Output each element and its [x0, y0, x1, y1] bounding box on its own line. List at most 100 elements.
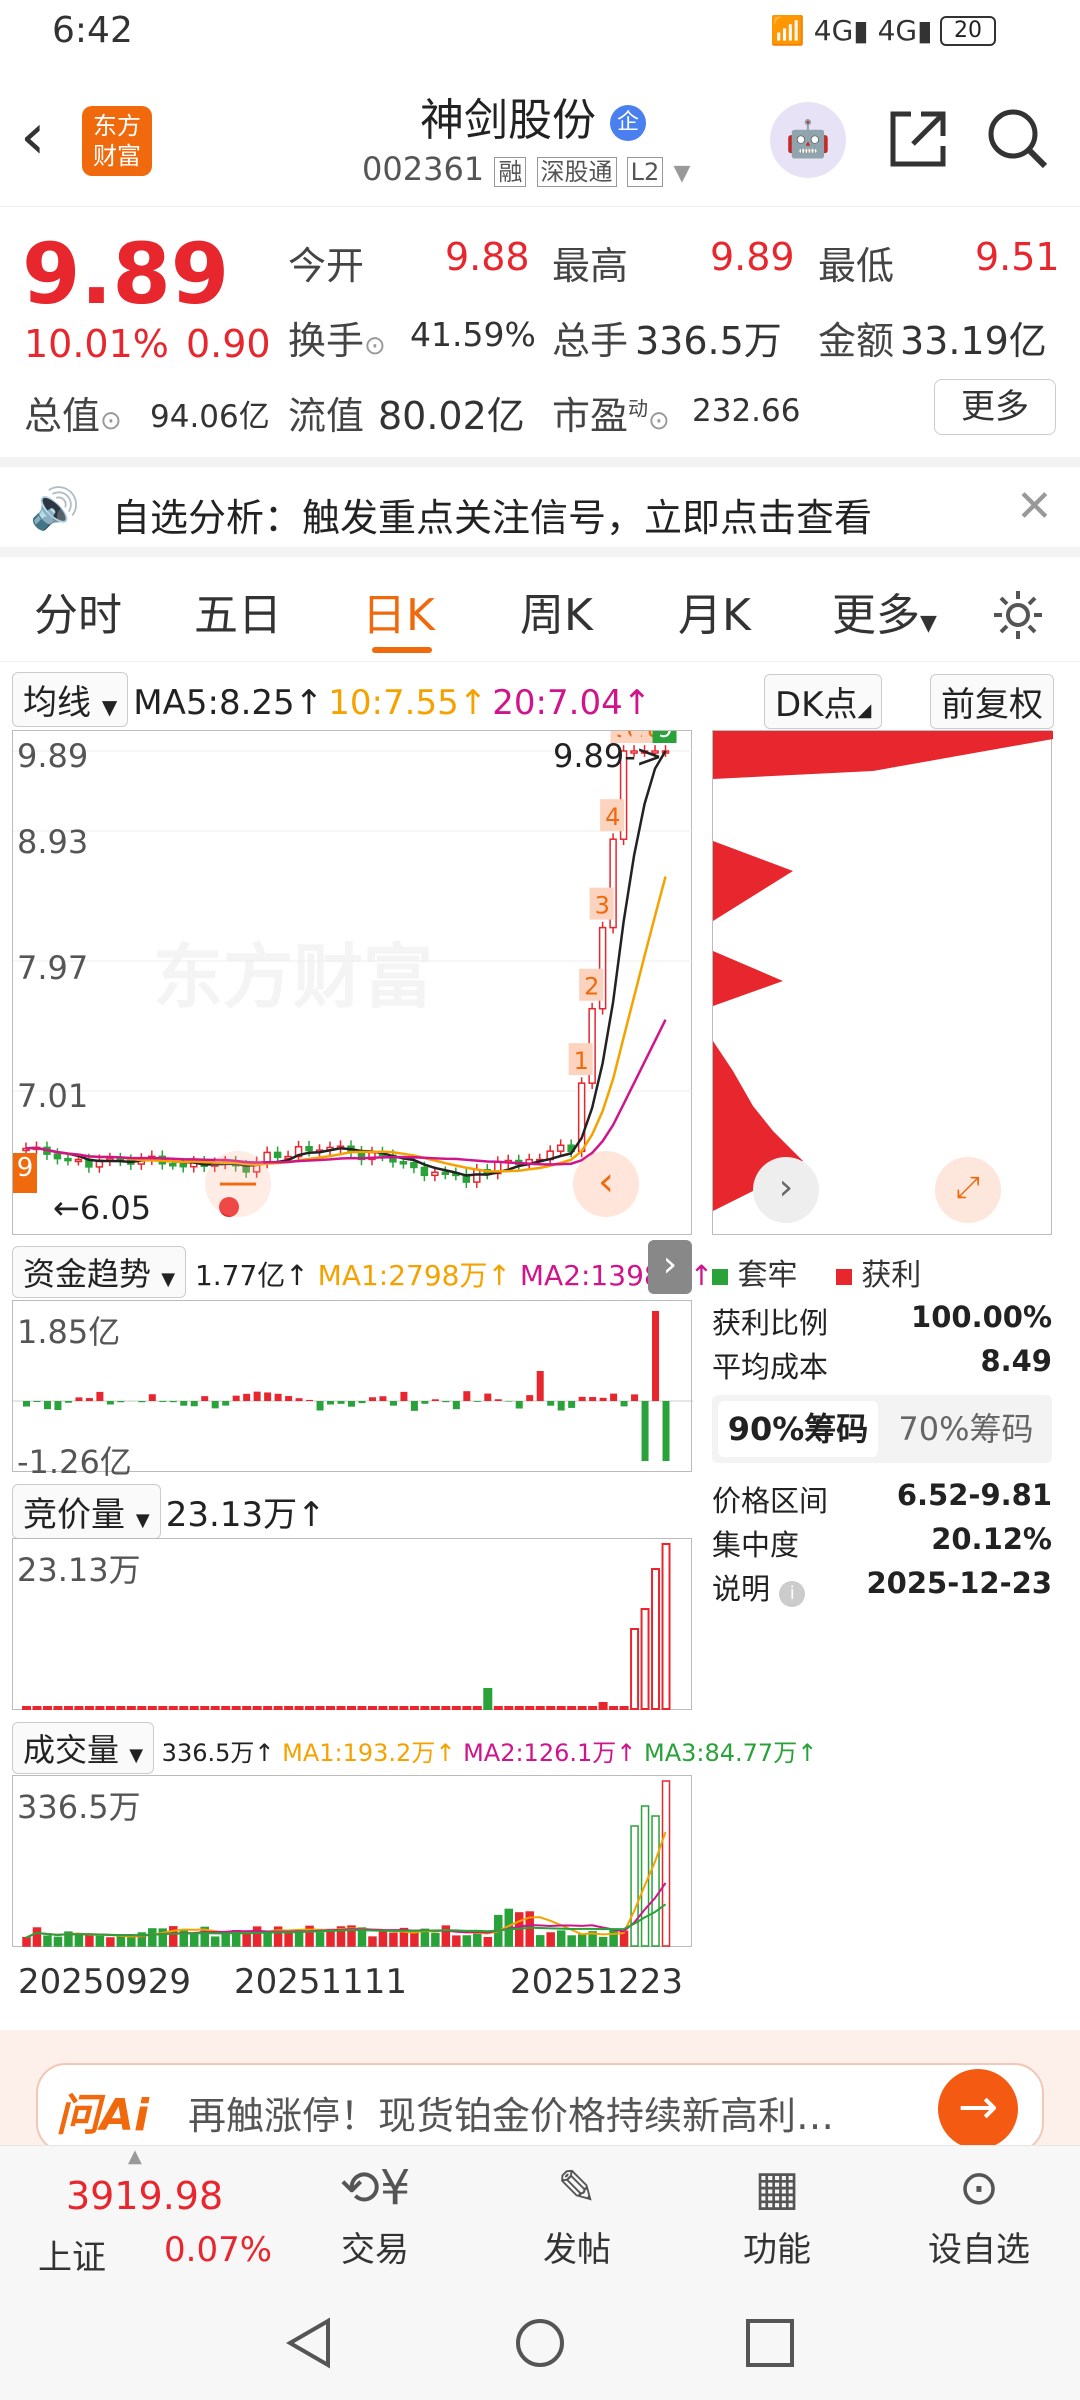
auction-bar [567, 1706, 577, 1710]
note-row[interactable]: 说明 i 2025-12-23 [712, 1566, 1052, 1608]
signal-icon: 📶 4G▮ 4G▮ [770, 14, 933, 47]
chip-next-icon[interactable]: › [753, 1157, 819, 1223]
period-tabs: 分时 五日 日K 周K 月K 更多▼ [0, 557, 1080, 662]
chart-left-arrow-icon[interactable]: ‹ [573, 1151, 639, 1217]
capital-bar [536, 1371, 544, 1401]
capital-bar [578, 1396, 586, 1401]
functions-button[interactable]: ▦ 功能 [712, 2160, 842, 2271]
tab-monthly-k[interactable]: 月K [678, 579, 751, 643]
avg-cost-row: 平均成本 8.49 [712, 1344, 1052, 1384]
bottom-toolbar: ▲ 3919.98 上证 0.07% ⟲¥ 交易 ✎ 发帖 ▦ 功能 ⊙ 设自选 [0, 2145, 1080, 2285]
auction-bar [252, 1706, 262, 1710]
expand-indicators-icon[interactable]: › [648, 1240, 692, 1294]
robot-avatar[interactable]: 🤖 [770, 102, 846, 178]
forward-adjust-button[interactable]: 前复权 [930, 674, 1054, 729]
auction-bar [53, 1706, 63, 1710]
tab-90-chip[interactable]: 90%筹码 [718, 1401, 878, 1457]
capital-bar [190, 1401, 198, 1407]
auction-bar [242, 1706, 252, 1710]
tab-daily-k[interactable]: 日K [362, 579, 435, 643]
y-label-3: 7.97 [17, 949, 89, 987]
index-name: 上证 [38, 2238, 106, 2278]
post-button[interactable]: ✎ 发帖 [512, 2160, 642, 2271]
ma-line-5 [25, 750, 667, 1177]
info-icon[interactable]: i [779, 1581, 806, 1607]
capital-bar [620, 1401, 628, 1407]
ai-banner[interactable]: 问Ai 再触涨停！现货铂金价格持续新高利… → [36, 2063, 1044, 2153]
auction-bar [630, 1628, 640, 1710]
index-value[interactable]: 3919.98 [66, 2174, 223, 2218]
auction-bar [347, 1706, 356, 1710]
close-icon[interactable]: ✕ [1016, 481, 1053, 532]
auction-value: 23.13万↑ [165, 1495, 326, 1535]
capital-legend: 资金趋势 ▼ 1.77亿↑ MA1:2798万↑ MA2:1398万↑ [12, 1246, 713, 1298]
volume-bar [661, 1780, 671, 1947]
auction-bar [263, 1706, 273, 1710]
volume-bar [410, 1931, 419, 1947]
kline-chart[interactable]: 东方财富 123456789 9.89 8.93 7.97 7.01 9.89-… [12, 730, 693, 1235]
capital-bar [327, 1401, 335, 1405]
auction-bar [326, 1706, 336, 1710]
auction-bar [315, 1706, 325, 1710]
volume-chart[interactable]: 336.5万 [12, 1775, 692, 1947]
auction-bar [305, 1706, 315, 1710]
ma-selector[interactable]: 均线 ▼ [12, 672, 129, 727]
volume-bar [378, 1930, 388, 1947]
add-watchlist-button[interactable]: ⊙ 设自选 [914, 2160, 1044, 2271]
capital-bar [547, 1401, 555, 1406]
candle [410, 1161, 418, 1169]
more-button[interactable]: 更多 [934, 379, 1056, 435]
auction-bar [504, 1706, 514, 1710]
tab-more[interactable]: 更多▼ [832, 579, 937, 643]
index-change: 0.07% [164, 2230, 273, 2270]
auction-bar [451, 1706, 461, 1710]
volume-bar [651, 1815, 660, 1947]
capital-chart[interactable]: 1.85亿 -1.26亿 [12, 1300, 693, 1481]
volume-selector[interactable]: 成交量 ▼ [12, 1722, 155, 1774]
volume-ma2: MA2:126.1万↑ [463, 1739, 637, 1767]
quote-panel: 9.89 10.01% 0.90 今开 9.88 最高 9.89 最低 9.51… [0, 207, 1080, 457]
auction-chart[interactable]: 23.13万 [12, 1538, 692, 1710]
capital-bar [568, 1401, 576, 1408]
tab-70-chip[interactable]: 70%筹码 [886, 1401, 1046, 1457]
chart-minus-icon[interactable]: — [205, 1151, 271, 1217]
system-back-icon[interactable] [282, 2315, 338, 2371]
capital-bar [337, 1401, 345, 1404]
capital-bar [64, 1401, 72, 1403]
capital-bar [526, 1395, 534, 1401]
system-recents-icon[interactable] [742, 2315, 798, 2371]
system-home-icon[interactable] [512, 2315, 568, 2371]
go-arrow-icon[interactable]: → [938, 2069, 1018, 2149]
capital-selector[interactable]: 资金趋势 ▼ [12, 1246, 187, 1298]
capital-bar [180, 1401, 188, 1406]
trade-button[interactable]: ⟲¥ 交易 [310, 2160, 440, 2271]
auction-selector[interactable]: 竞价量 ▼ [12, 1484, 161, 1539]
dk-point-button[interactable]: DK点◢ [764, 674, 883, 729]
notice-bar[interactable]: 🔊 自选分析：触发重点关注信号，立即点击查看 ✕ [0, 457, 1080, 557]
tab-five-day[interactable]: 五日 [194, 579, 282, 643]
capital-bar [264, 1392, 272, 1401]
auction-bar [535, 1706, 545, 1710]
capital-bar [452, 1401, 460, 1410]
auction-bar [409, 1706, 419, 1710]
auction-bar [388, 1706, 398, 1710]
back-icon[interactable]: ‹ [20, 100, 46, 174]
auction-bar [640, 1608, 650, 1710]
capital-bar [505, 1401, 513, 1402]
capital-ma1: MA1:2798万↑ [317, 1259, 511, 1292]
capital-bar [201, 1396, 209, 1401]
expand-icon[interactable]: ⤢ [935, 1157, 1001, 1223]
share-icon[interactable] [885, 106, 951, 172]
tab-intraday[interactable]: 分时 [34, 579, 122, 643]
capital-bar [54, 1401, 62, 1411]
last-price: 9.89 [22, 225, 230, 323]
capital-bar [243, 1393, 251, 1401]
volume-bar [640, 1805, 650, 1947]
ai-logo: 问Ai [56, 2090, 150, 2141]
capital-bar [358, 1401, 366, 1404]
search-icon[interactable] [985, 106, 1051, 172]
auction-bar [525, 1706, 535, 1710]
candle [473, 1168, 481, 1183]
settings-icon[interactable] [990, 587, 1046, 643]
tab-weekly-k[interactable]: 周K [520, 579, 593, 643]
